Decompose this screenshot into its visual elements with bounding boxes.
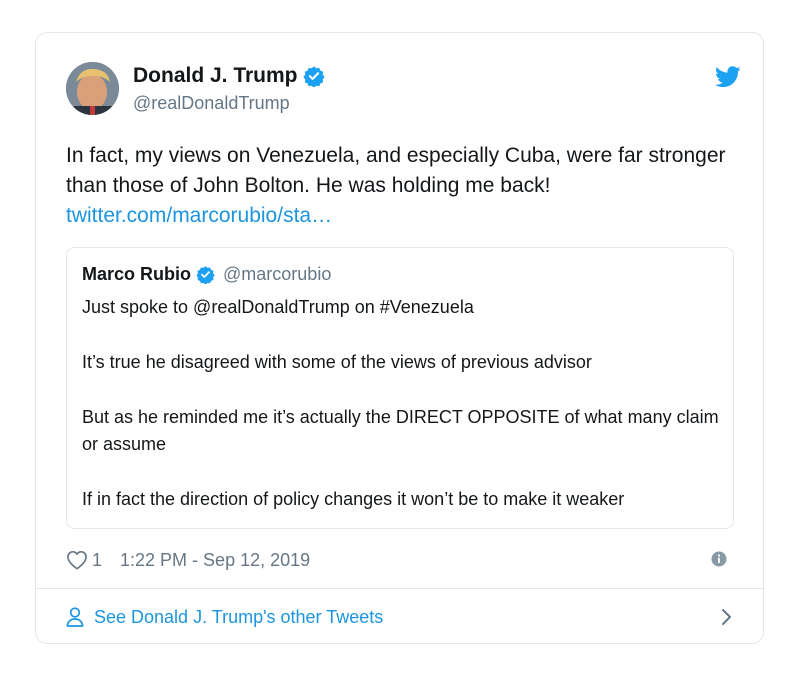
quoted-author-handle: @marcorubio	[223, 264, 332, 284]
tweet-header: Donald J. Trump @realDonaldTrump	[66, 62, 741, 118]
like-count[interactable]: 1	[92, 550, 102, 571]
tweet-text: In fact, my views on Venezuela, and espe…	[66, 141, 726, 231]
twitter-bird-icon[interactable]	[715, 66, 741, 88]
info-icon[interactable]	[711, 551, 727, 567]
tweet-timestamp[interactable]: 1:22 PM - Sep 12, 2019	[120, 550, 310, 571]
quoted-tweet-header: Marco Rubio @marcorubio	[82, 264, 331, 285]
quoted-paragraph: If in fact the direction of policy chang…	[82, 489, 625, 509]
author-name[interactable]: Donald J. Trump	[133, 64, 298, 88]
person-icon	[66, 607, 84, 627]
tweet-link[interactable]: twitter.com/marcorubio/sta…	[66, 201, 726, 231]
verified-badge-icon	[196, 265, 215, 285]
see-other-tweets-link[interactable]: See Donald J. Trump's other Tweets	[94, 607, 383, 628]
embedded-tweet-card: Donald J. Trump @realDonaldTrump In fact…	[35, 32, 764, 644]
tweet-footer[interactable]: See Donald J. Trump's other Tweets	[66, 589, 733, 645]
quoted-paragraph: It’s true he disagreed with some of the …	[82, 352, 592, 372]
tweet-meta: 1 1:22 PM - Sep 12, 2019	[66, 548, 310, 572]
heart-icon[interactable]	[66, 550, 88, 570]
quoted-author-name: Marco Rubio	[82, 264, 192, 284]
quoted-tweet-body: Just spoke to @realDonaldTrump on #Venez…	[82, 294, 722, 513]
tweet-body: In fact, my views on Venezuela, and espe…	[66, 144, 726, 197]
quoted-paragraph: But as he reminded me it’s actually the …	[82, 407, 719, 454]
author-handle[interactable]: @realDonaldTrump	[133, 93, 290, 114]
chevron-right-icon[interactable]	[721, 608, 733, 626]
quoted-tweet[interactable]: Marco Rubio @marcorubio Just spoke to @r…	[66, 247, 734, 529]
author-avatar[interactable]	[66, 62, 119, 115]
quoted-paragraph: Just spoke to @realDonaldTrump on #Venez…	[82, 297, 474, 317]
verified-badge-icon	[302, 65, 325, 88]
